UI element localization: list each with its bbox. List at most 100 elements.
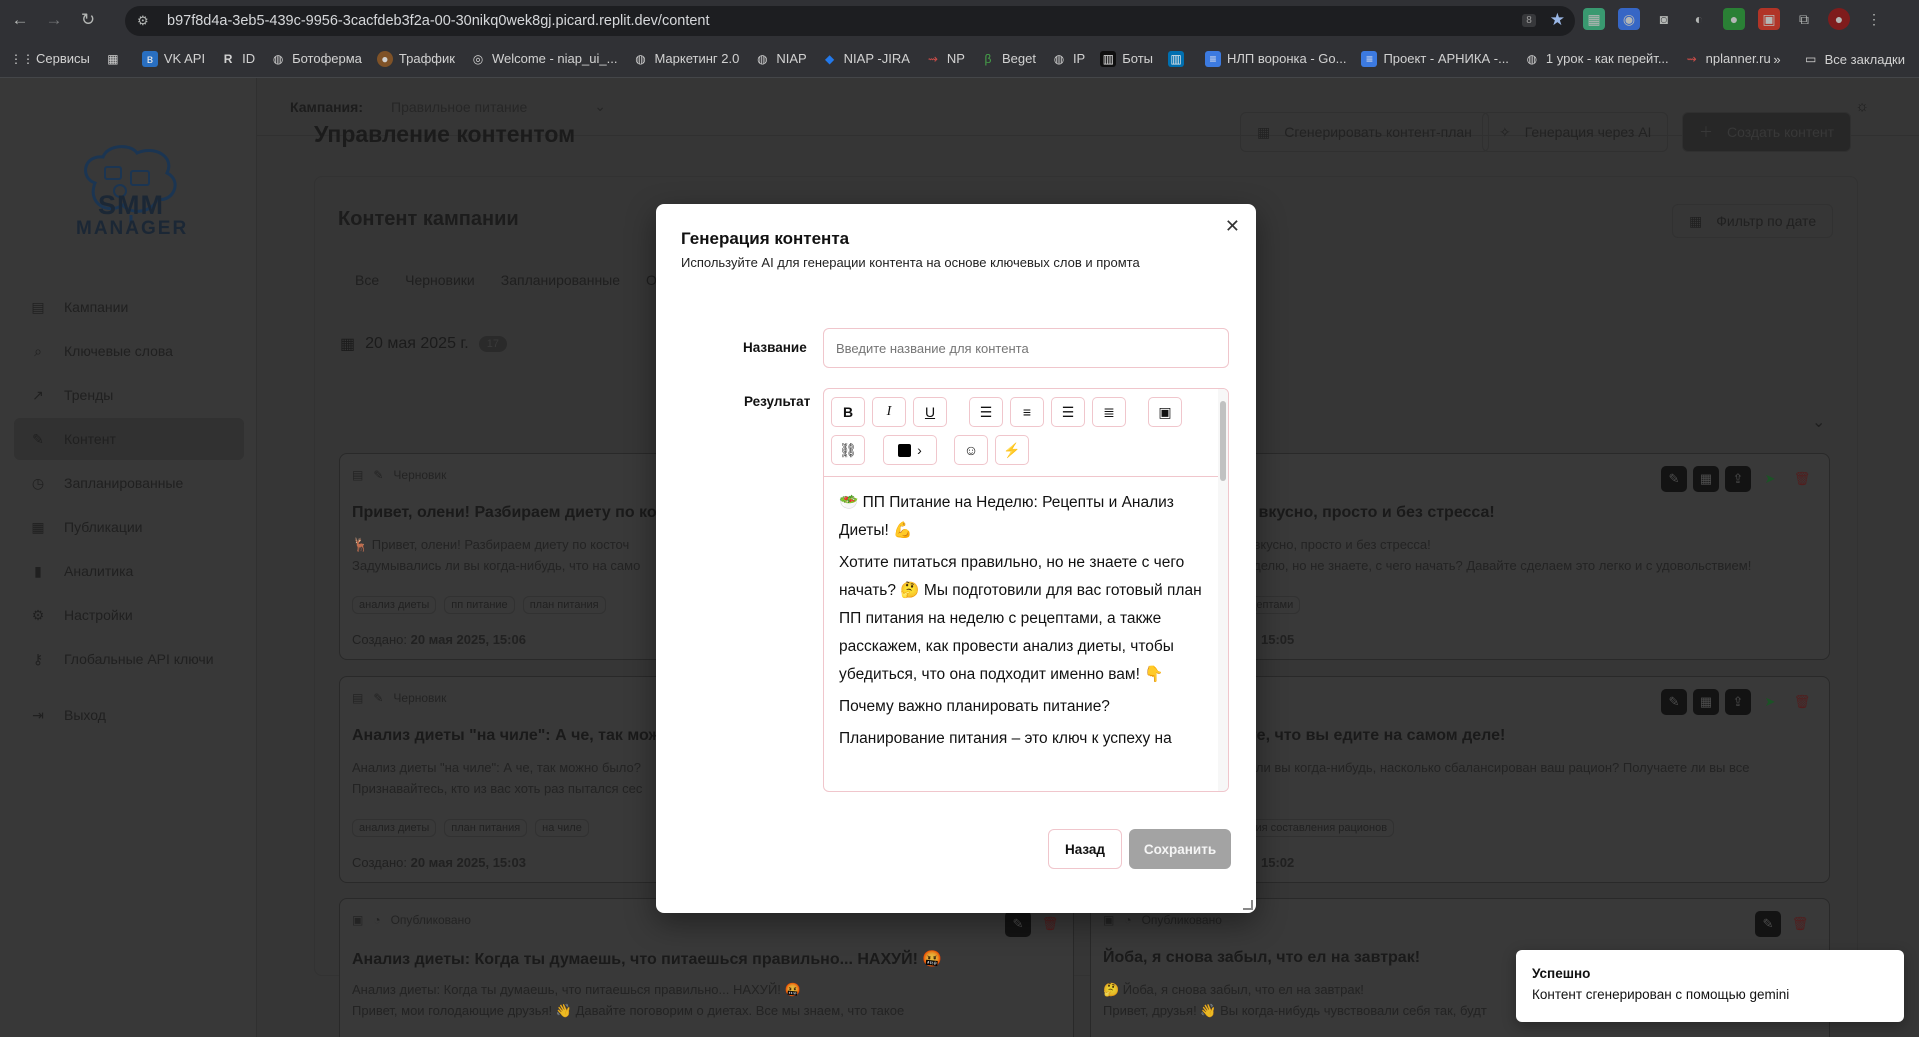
tab-drafts[interactable]: Черновики — [405, 272, 475, 288]
create-content-button[interactable]: ＋ Создать контент — [1682, 112, 1852, 152]
bookmark[interactable]: ≡ НЛП воронка - Go... — [1205, 50, 1346, 67]
bookmark[interactable]: ▦ — [105, 51, 127, 67]
tab-scheduled[interactable]: Запланированные — [501, 272, 620, 288]
bookmark[interactable]: ⇝ nplanner.ru — [1684, 51, 1771, 67]
extension-icon[interactable]: ◐ — [1688, 8, 1710, 30]
bookmark[interactable]: ● Траффик — [376, 50, 455, 67]
edit-icon[interactable]: ✎ — [1661, 689, 1687, 715]
all-bookmarks[interactable]: ▭ Все закладки — [1803, 51, 1905, 67]
generate-plan-button[interactable]: ▦ Сгенерировать контент-план — [1240, 112, 1489, 152]
bookmark[interactable]: ⇝ NP — [925, 51, 965, 67]
editor-scrollbar[interactable] — [1218, 389, 1228, 791]
zoom-badge[interactable]: 8 — [1522, 13, 1536, 27]
chevron-down-icon[interactable]: ⌄ — [1812, 412, 1825, 432]
share-icon[interactable]: ⇪ — [1725, 689, 1751, 715]
rich-text-editor[interactable]: B I U ☰ ≡ ☰ ≣ ▣ ⛓ › ☺ ⚡ 🥗 ПП Питание на … — [823, 388, 1229, 792]
send-icon[interactable]: ➤ — [1757, 689, 1783, 715]
address-bar[interactable]: ⚙ b97f8d4a-3eb5-439c-9956-3cacfdeb3f2a-0… — [125, 6, 1575, 36]
color-picker-icon[interactable]: › — [883, 435, 937, 465]
back-icon[interactable]: ← — [6, 6, 34, 34]
bookmark[interactable]: β Beget — [980, 51, 1036, 67]
bookmark[interactable]: в VK API — [141, 50, 205, 67]
extension-icon[interactable]: ◉ — [1618, 8, 1640, 30]
align-center-icon[interactable]: ≡ — [1010, 397, 1044, 427]
name-input[interactable] — [823, 328, 1229, 368]
content-card[interactable]: ▣ ◔ Опубликовано ✎ 🗑 Анализ диеты: Когда ты… — [339, 898, 1074, 1037]
calendar-icon[interactable]: ▦ — [1693, 689, 1719, 715]
camera-icon[interactable]: ◙ — [1653, 8, 1675, 30]
extension-icon[interactable]: ● — [1723, 8, 1745, 30]
bookmark[interactable]: ≡ Проект - АРНИКА -... — [1361, 50, 1509, 67]
bookmark[interactable]: R ID — [220, 51, 255, 67]
sidebar-item-api-keys[interactable]: ⚷ Глобальные API ключи — [14, 638, 244, 680]
bookmark-star-icon[interactable]: ★ — [1550, 10, 1565, 30]
sidebar-item-trends[interactable]: ↗ Тренды — [14, 374, 244, 416]
scrollbar-thumb[interactable] — [1220, 401, 1226, 481]
bookmark[interactable]: ◆ NIAP -JIRA — [822, 51, 910, 67]
logout-button[interactable]: ⇥ Выход — [14, 694, 244, 736]
sidebar-item-campaigns[interactable]: ▤ Кампании — [14, 286, 244, 328]
bookmark[interactable]: ⋮⋮ Сервисы — [10, 51, 90, 67]
delete-icon[interactable]: 🗑 — [1789, 689, 1815, 715]
profile-icon[interactable]: ● — [1828, 8, 1850, 30]
edit-icon[interactable]: ✎ — [1005, 911, 1031, 937]
reload-icon[interactable]: ↻ — [74, 6, 102, 34]
tab-all[interactable]: Все — [355, 272, 379, 288]
forward-icon[interactable]: → — [40, 6, 68, 34]
calendar-icon[interactable]: ▦ — [1693, 466, 1719, 492]
bookmarks-overflow[interactable]: » — [1773, 52, 1780, 67]
send-icon[interactable]: ➤ — [1757, 466, 1783, 492]
file-icon: ▤ — [31, 298, 45, 315]
underline-icon[interactable]: U — [913, 397, 947, 427]
share-icon[interactable]: ⇪ — [1725, 466, 1751, 492]
sidebar-item-keywords[interactable]: ⌕ Ключевые слова — [14, 330, 244, 372]
site-info-icon[interactable]: ⚙ — [137, 13, 157, 29]
emoji-icon[interactable]: ☺ — [954, 435, 988, 465]
bookmark[interactable]: ◎ Welcome - niap_ui_... — [470, 51, 618, 67]
align-left-icon[interactable]: ☰ — [969, 397, 1003, 427]
sidebar-item-publications[interactable]: ▦ Публикации — [14, 506, 244, 548]
date-filter-button[interactable]: ▦ Фильтр по дате — [1672, 204, 1834, 238]
close-icon[interactable]: ✕ — [1225, 216, 1240, 237]
theme-toggle-icon[interactable]: ☼ — [1855, 98, 1869, 115]
bookmark[interactable]: ◍ IP — [1051, 51, 1086, 67]
bold-icon[interactable]: B — [831, 397, 865, 427]
align-justify-icon[interactable]: ≣ — [1092, 397, 1126, 427]
delete-icon[interactable]: 🗑 — [1789, 466, 1815, 492]
link-icon[interactable]: ⛓ — [831, 435, 865, 465]
resize-handle[interactable] — [1243, 900, 1253, 910]
extension-icon[interactable]: ▦ — [1583, 8, 1605, 30]
date-group-header[interactable]: ▦ 20 мая 2025 г. 17 — [340, 334, 507, 354]
magic-wand-icon[interactable]: ⚡ — [995, 435, 1029, 465]
delete-icon[interactable]: 🗑 — [1787, 911, 1813, 937]
align-right-icon[interactable]: ☰ — [1051, 397, 1085, 427]
edit-icon[interactable]: ✎ — [1755, 911, 1781, 937]
sidebar-item-scheduled[interactable]: ◷ Запланированные — [14, 462, 244, 504]
bookmark[interactable]: ◍ 1 урок - как перейт... — [1524, 51, 1669, 67]
campaign-select[interactable]: Правильное питание ⌄ — [381, 92, 616, 122]
sidebar-item-analytics[interactable]: ▮ Аналитика — [14, 550, 244, 592]
bookmark[interactable]: ▥ — [1168, 50, 1190, 67]
editor-content[interactable]: 🥗 ПП Питание на Неделю: Рецепты и Анализ… — [839, 489, 1209, 757]
menu-dots-icon[interactable]: ⋮ — [1863, 8, 1885, 30]
puzzle-icon[interactable]: ⧉ — [1793, 8, 1815, 30]
bookmark[interactable]: ▥ Боты — [1100, 50, 1153, 67]
logout-icon: ⇥ — [32, 706, 44, 723]
save-button[interactable]: Сохранить — [1129, 829, 1231, 869]
bookmark[interactable]: ◍ Ботоферма — [270, 51, 362, 67]
image-icon: ▣ — [352, 913, 364, 927]
bookmark[interactable]: ◍ NIAP — [754, 51, 807, 67]
extensions-bar: ▦ ◉ ◙ ◐ ● ▣ ⧉ ● ⋮ — [1583, 8, 1885, 30]
image-icon[interactable]: ▣ — [1148, 397, 1182, 427]
bookmark[interactable]: ◍ Маркетинг 2.0 — [632, 51, 739, 67]
delete-icon[interactable]: 🗑 — [1037, 911, 1063, 937]
success-toast[interactable]: Успешно Контент сгенерирован с помощью g… — [1516, 950, 1904, 1022]
italic-icon[interactable]: I — [872, 397, 906, 427]
extension-icon[interactable]: ▣ — [1758, 8, 1780, 30]
ai-generation-button[interactable]: ✧ Генерация через AI — [1482, 112, 1669, 152]
sidebar-item-settings[interactable]: ⚙ Настройки — [14, 594, 244, 636]
editor-paragraph: Почему важно планировать питание? — [839, 698, 1110, 715]
sidebar-item-content[interactable]: ✎ Контент — [14, 418, 244, 460]
back-button[interactable]: Назад — [1048, 829, 1122, 869]
edit-icon[interactable]: ✎ — [1661, 466, 1687, 492]
